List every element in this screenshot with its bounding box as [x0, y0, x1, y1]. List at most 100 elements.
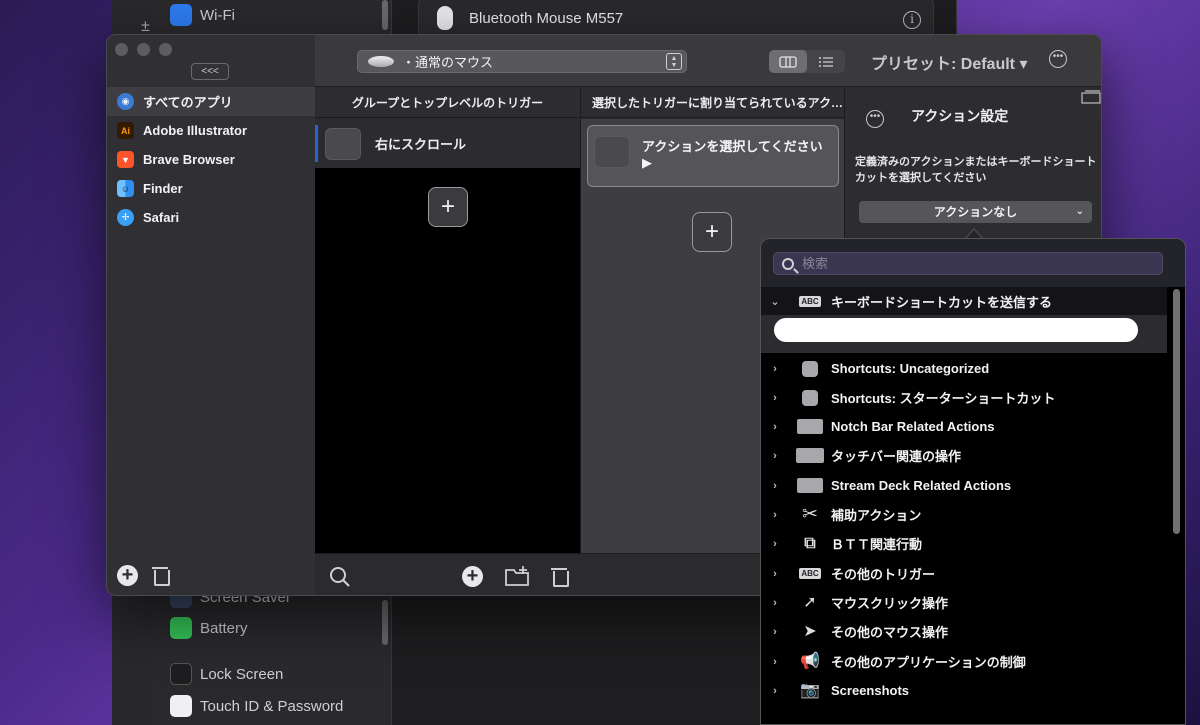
- list-item[interactable]: › ✂ 補助アクション: [761, 500, 1167, 529]
- battery-icon: [170, 617, 192, 639]
- list-item-label: Screenshots: [831, 683, 910, 698]
- list-item[interactable]: › Stream Deck Related Actions: [761, 471, 1167, 500]
- search-icon: [782, 257, 794, 270]
- chevron-right-icon[interactable]: ›: [761, 656, 789, 668]
- list-item[interactable]: › Shortcuts: Uncategorized: [761, 354, 1167, 383]
- chevron-right-icon[interactable]: ›: [761, 597, 789, 609]
- info-icon[interactable]: i: [903, 11, 921, 29]
- action-picker-popup: ⌄ ABC キーボードショートカットを送信する › Shortcuts: Unc…: [760, 238, 1186, 725]
- search-field[interactable]: [773, 252, 1163, 275]
- app-item-finder[interactable]: ☺ Finder: [107, 174, 315, 203]
- list-item[interactable]: › ABC その他のトリガー: [761, 559, 1167, 588]
- sidebar-item-touch-id[interactable]: Touch ID & Password: [170, 695, 343, 717]
- preset-selector[interactable]: プリセット: Default ▾: [871, 50, 1027, 74]
- illustrator-icon: Ai: [117, 122, 134, 139]
- chevron-right-icon[interactable]: ›: [761, 568, 789, 580]
- action-card[interactable]: アクションを選択してください▶: [587, 125, 839, 187]
- list-item-label: ＢＴＴ関連行動: [831, 537, 923, 552]
- zoom-window-button[interactable]: [159, 43, 172, 56]
- list-item[interactable]: › ➚ マウスクリック操作: [761, 588, 1167, 617]
- scrollbar[interactable]: [382, 600, 388, 645]
- scrollbar[interactable]: [1173, 289, 1180, 534]
- chevron-down-icon: ⌄: [1075, 206, 1084, 217]
- list-icon: [819, 56, 833, 67]
- sidebar-item-battery[interactable]: Battery: [170, 617, 248, 639]
- sidebar-item-label: Lock Screen: [200, 665, 284, 683]
- add-action-button[interactable]: +: [692, 212, 732, 252]
- chevron-down-icon[interactable]: ⌄: [761, 295, 789, 308]
- collapse-sidebar-button[interactable]: <<<: [191, 63, 229, 80]
- shortcut-recorder-field[interactable]: [774, 318, 1138, 342]
- app-item-illustrator[interactable]: Ai Adobe Illustrator: [107, 116, 315, 145]
- actions-column-header: 選択したトリガーに割り当てられているアク…: [580, 88, 844, 118]
- close-window-button[interactable]: [115, 43, 128, 56]
- chevron-right-icon[interactable]: ›: [761, 480, 789, 492]
- chevron-right-icon[interactable]: ›: [761, 450, 789, 462]
- trash-icon[interactable]: [551, 566, 569, 587]
- add-app-button[interactable]: +: [117, 564, 138, 586]
- toolbar: ・通常のマウス ▲ ▼ プリセット: Default ▾ •••: [315, 35, 1101, 87]
- add-trigger-button[interactable]: +: [428, 187, 468, 227]
- mouse-icon: [437, 6, 453, 30]
- view-toggle: [769, 50, 845, 73]
- search-icon[interactable]: [329, 566, 351, 588]
- settings-title: アクション設定: [911, 108, 1009, 124]
- sidebar-item-wifi[interactable]: Wi-Fi: [170, 4, 235, 26]
- app-item-label: すべてのアプリ: [143, 95, 233, 110]
- chevron-right-icon[interactable]: ›: [761, 509, 789, 521]
- trigger-icon: [325, 127, 361, 160]
- trigger-row[interactable]: 右にスクロール: [315, 119, 580, 168]
- more-options-icon[interactable]: •••: [866, 110, 884, 128]
- list-item[interactable]: › ⧉ ＢＴＴ関連行動: [761, 529, 1167, 558]
- chevron-right-icon[interactable]: ›: [761, 392, 789, 404]
- chevron-right-icon[interactable]: ›: [761, 538, 789, 550]
- chevron-right-icon[interactable]: ›: [761, 685, 789, 697]
- app-item-safari[interactable]: ✢ Safari: [107, 203, 315, 232]
- chevron-right-icon[interactable]: ›: [761, 626, 789, 638]
- section-keyboard-shortcut[interactable]: ⌄ ABC キーボードショートカットを送信する: [761, 287, 1167, 315]
- list-item[interactable]: › 📷 Screenshots: [761, 676, 1167, 705]
- trash-icon[interactable]: [152, 565, 170, 586]
- column-view-button[interactable]: [769, 50, 807, 73]
- list-item[interactable]: › Notch Bar Related Actions: [761, 412, 1167, 441]
- list-item-label: その他のトリガー: [831, 567, 936, 582]
- popup-header: [761, 239, 1185, 287]
- search-input[interactable]: [802, 256, 1142, 271]
- section-label: キーボードショートカットを送信する: [831, 294, 1053, 310]
- sidebar-item-label: Battery: [200, 619, 248, 637]
- rectangle-icon: [789, 448, 831, 463]
- add-trigger-bottom-button[interactable]: +: [462, 566, 483, 587]
- app-sidebar: <<< ◉ すべてのアプリ Ai Adobe Illustrator ▼ Bra…: [107, 35, 315, 595]
- app-item-brave[interactable]: ▼ Brave Browser: [107, 145, 315, 174]
- device-select[interactable]: ・通常のマウス ▲ ▼: [357, 50, 687, 73]
- mouse-icon: [368, 56, 394, 67]
- square-icon: [789, 389, 831, 406]
- action-icon: [594, 136, 630, 168]
- chevron-updown-icon: ▲ ▼: [666, 53, 682, 70]
- window-icon[interactable]: [1081, 90, 1101, 104]
- app-item-all-apps[interactable]: ◉ すべてのアプリ: [107, 87, 315, 116]
- more-options-icon[interactable]: •••: [1049, 50, 1067, 68]
- sidebar-item-label: Touch ID & Password: [200, 697, 344, 715]
- safari-icon: ✢: [117, 209, 134, 226]
- list-item[interactable]: › タッチバー関連の操作: [761, 441, 1167, 470]
- action-select[interactable]: アクションなし ⌄: [859, 201, 1092, 223]
- minimize-window-button[interactable]: [137, 43, 150, 56]
- scrollbar[interactable]: [382, 0, 388, 30]
- sidebar-item-lock-screen[interactable]: Lock Screen: [170, 663, 283, 685]
- list-item[interactable]: › Shortcuts: スターターショートカット: [761, 383, 1167, 412]
- square-icon: [789, 360, 831, 377]
- cursor-icon: ➤: [803, 622, 817, 640]
- fingerprint-icon: [170, 695, 192, 717]
- list-item[interactable]: › ➤ その他のマウス操作: [761, 617, 1167, 646]
- app-item-label: Adobe Illustrator: [143, 123, 248, 138]
- chevron-right-icon[interactable]: ›: [761, 363, 789, 375]
- wifi-icon: [170, 4, 192, 26]
- chevron-right-icon[interactable]: ›: [761, 421, 789, 433]
- megaphone-icon: 📢: [800, 652, 820, 670]
- new-folder-icon[interactable]: [504, 565, 530, 587]
- tools-icon: ✂: [802, 503, 818, 525]
- list-item[interactable]: › 📢 その他のアプリケーションの制御: [761, 647, 1167, 676]
- trigger-label: 右にスクロール: [375, 137, 467, 152]
- list-view-button[interactable]: [807, 50, 845, 73]
